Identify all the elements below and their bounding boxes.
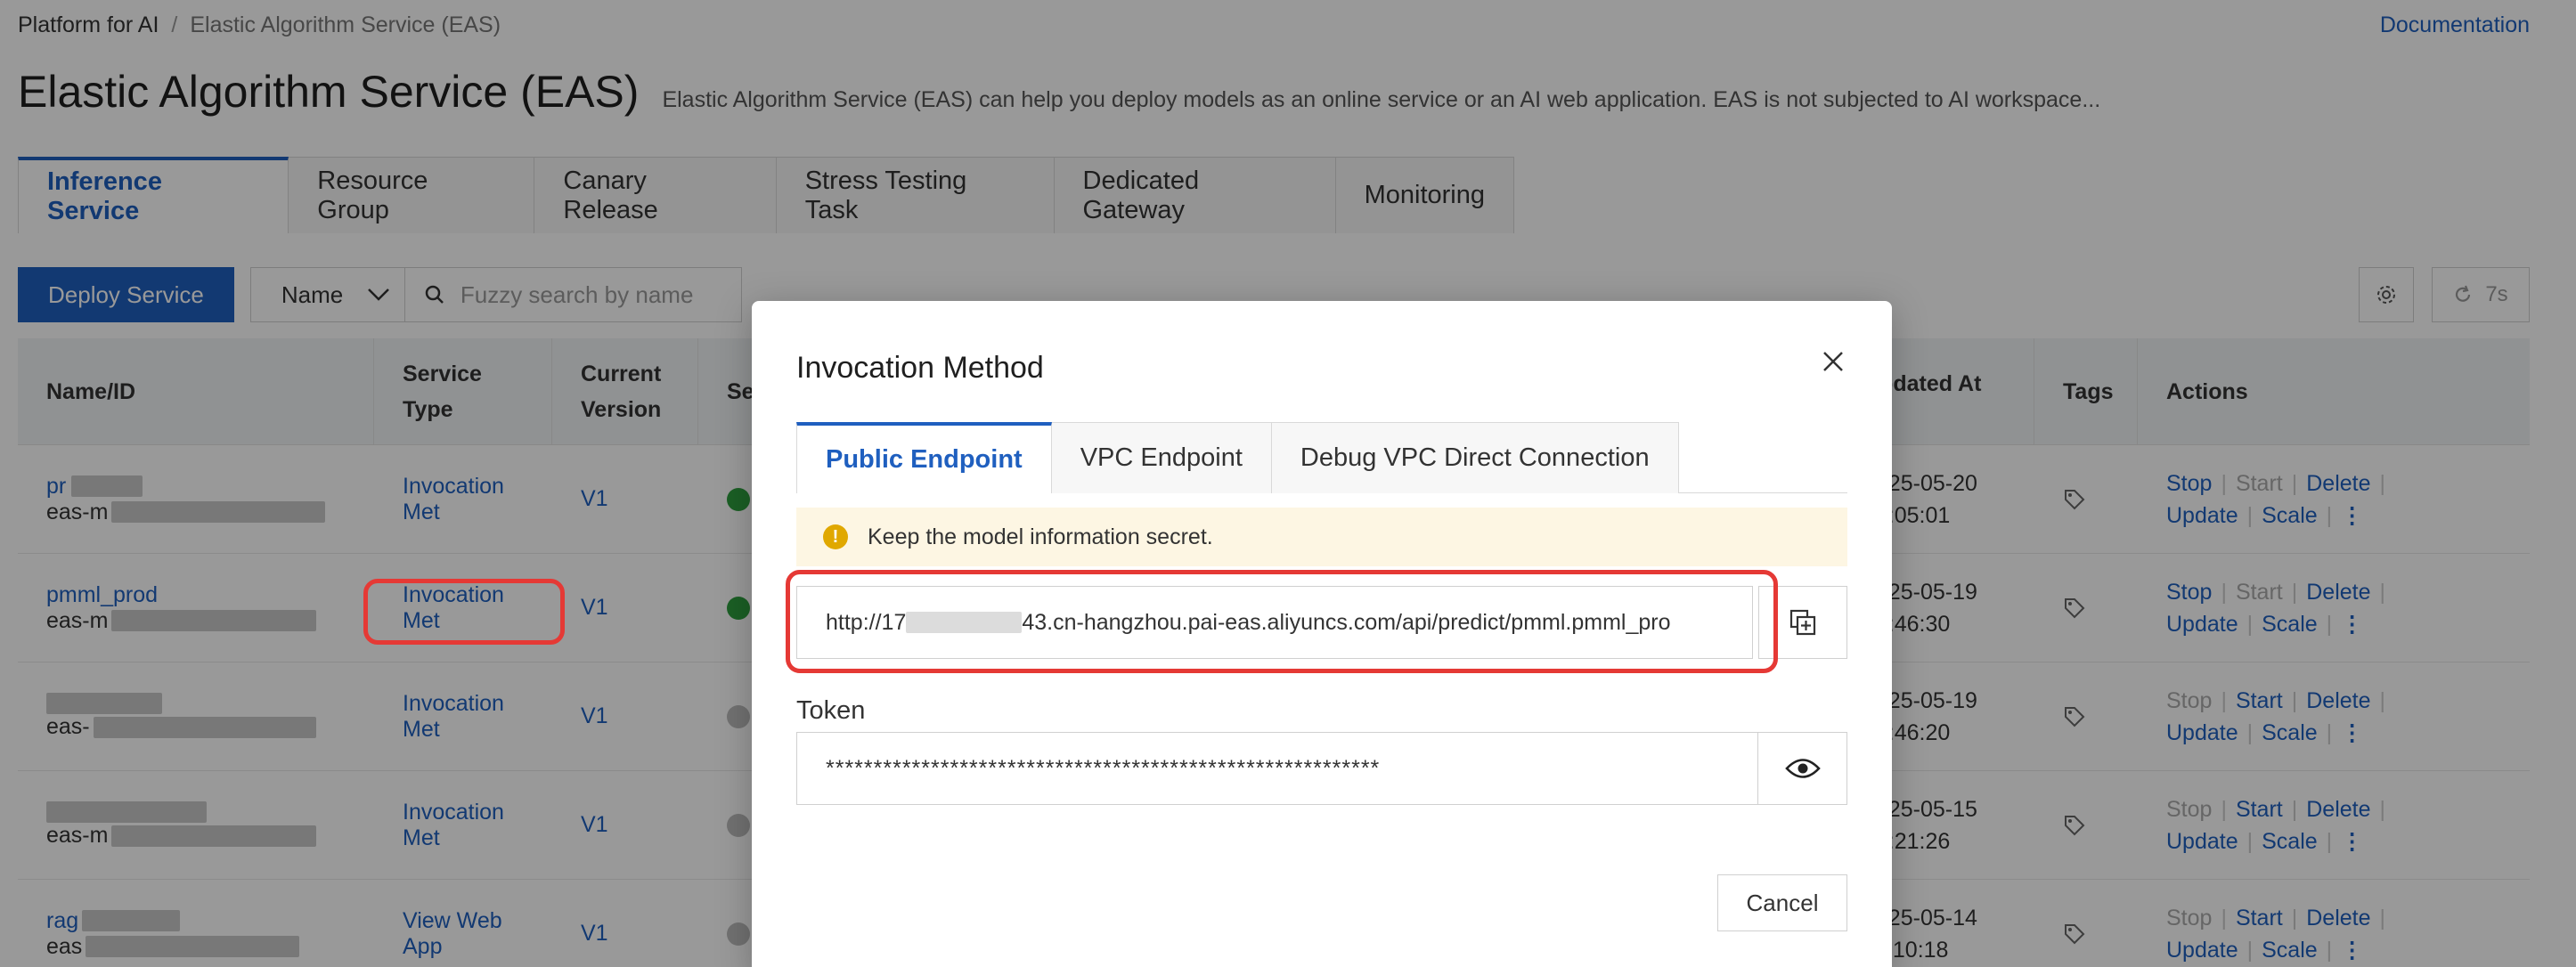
tab-debug-vpc-direct-connection[interactable]: Debug VPC Direct Connection — [1271, 422, 1679, 493]
eas-page: Platform for AI / Elastic Algorithm Serv… — [0, 0, 2576, 967]
copy-icon — [1789, 609, 1816, 636]
tab-public-endpoint[interactable]: Public Endpoint — [796, 422, 1052, 493]
token-label: Token — [796, 696, 866, 725]
cancel-button[interactable]: Cancel — [1717, 874, 1847, 931]
highlight-invocation-method — [363, 579, 565, 645]
highlight-endpoint — [786, 570, 1778, 673]
tab-vpc-endpoint[interactable]: VPC Endpoint — [1051, 422, 1272, 493]
token-row: ****************************************… — [796, 732, 1847, 805]
show-token-button[interactable] — [1758, 732, 1847, 805]
invocation-method-dialog: Invocation Method Public Endpoint VPC En… — [752, 301, 1892, 967]
dialog-title: Invocation Method — [796, 351, 1044, 385]
close-icon[interactable] — [1819, 347, 1847, 376]
dialog-tabs: Public Endpoint VPC Endpoint Debug VPC D… — [796, 422, 1847, 493]
token-field[interactable]: ****************************************… — [796, 732, 1758, 805]
eye-icon — [1784, 759, 1821, 778]
warning-icon: ! — [823, 524, 848, 549]
security-notice: ! Keep the model information secret. — [796, 508, 1847, 566]
notice-text: Keep the model information secret. — [868, 524, 1213, 549]
